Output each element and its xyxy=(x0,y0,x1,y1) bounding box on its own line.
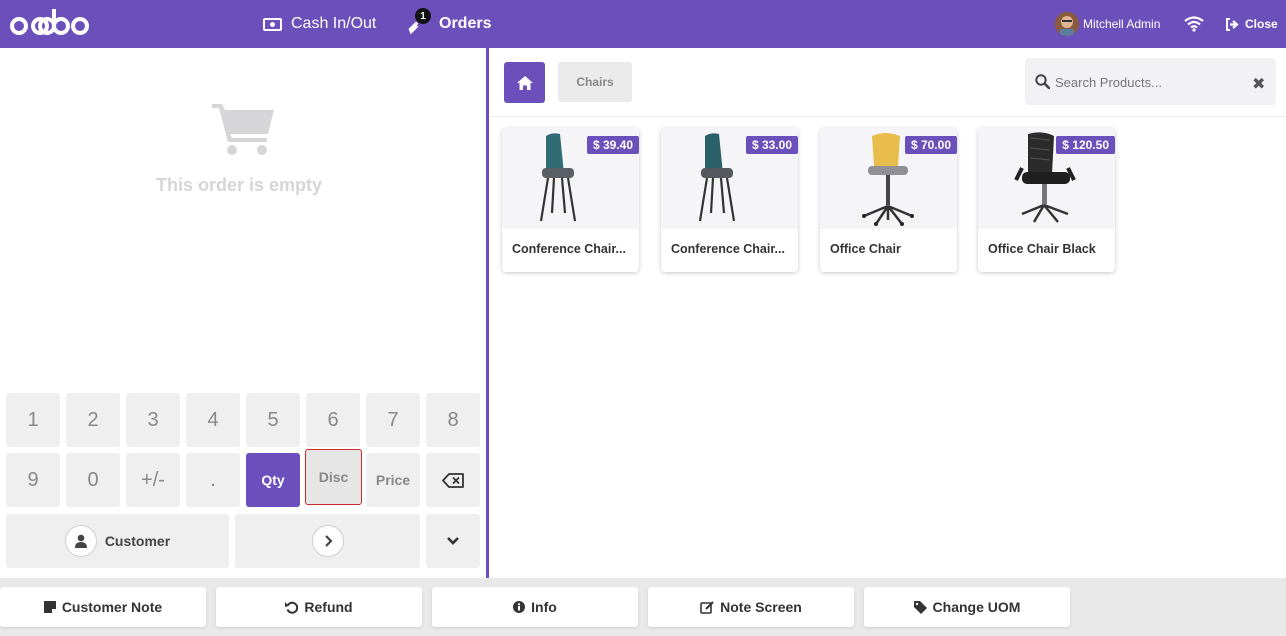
home-category-button[interactable] xyxy=(504,62,545,103)
customer-note-label: Customer Note xyxy=(61,599,163,615)
numpad-decimal[interactable]: . xyxy=(186,453,240,507)
numpad-3[interactable]: 3 xyxy=(126,393,180,447)
numpad-8[interactable]: 8 xyxy=(426,393,480,447)
chevron-right-icon xyxy=(311,525,344,557)
cash-in-out-button[interactable]: Cash In/Out xyxy=(263,0,376,48)
wifi-status[interactable] xyxy=(1184,0,1204,48)
numpad-4[interactable]: 4 xyxy=(186,393,240,447)
backspace-icon xyxy=(442,472,464,488)
customer-button[interactable]: Customer xyxy=(6,514,229,568)
wifi-icon xyxy=(1184,16,1204,32)
more-options-button[interactable] xyxy=(426,514,480,568)
product-price: $ 120.50 xyxy=(1056,136,1115,154)
product-name: Conference Chair... xyxy=(671,242,785,256)
undo-icon xyxy=(285,601,299,614)
chevron-down-icon xyxy=(447,537,459,545)
customer-label: Customer xyxy=(104,533,171,549)
refund-label: Refund xyxy=(304,599,353,615)
customer-note-button[interactable]: Customer Note xyxy=(0,587,206,627)
note-screen-label: Note Screen xyxy=(720,599,802,615)
product-card[interactable]: $ 39.40 Conference Chair... xyxy=(502,128,639,272)
product-name: Conference Chair... xyxy=(512,242,626,256)
product-card[interactable]: $ 70.00 Office Chair xyxy=(820,128,957,272)
info-label: Info xyxy=(531,599,557,615)
product-name: Office Chair xyxy=(830,242,901,256)
product-name: Office Chair Black xyxy=(988,242,1096,256)
top-bar: Cash In/Out 1 Orders Mitchell Admin Clos… xyxy=(0,0,1286,48)
shopping-cart-icon xyxy=(212,104,274,155)
user-name: Mitchell Admin xyxy=(1083,17,1161,31)
user-menu[interactable]: Mitchell Admin xyxy=(1055,0,1160,48)
orders-button[interactable]: 1 Orders xyxy=(407,0,491,48)
search-input[interactable] xyxy=(1055,70,1240,94)
note-screen-button[interactable]: Note Screen xyxy=(648,587,854,627)
close-label: Close xyxy=(1245,17,1278,31)
disc-mode-button[interactable]: Disc xyxy=(305,449,362,505)
empty-order-text: This order is empty xyxy=(156,175,323,195)
refund-button[interactable]: Refund xyxy=(216,587,422,627)
numpad-6[interactable]: 6 xyxy=(306,393,360,447)
orders-count-badge: 1 xyxy=(415,8,431,24)
change-uom-label: Change UOM xyxy=(932,599,1021,615)
search-icon xyxy=(1035,74,1050,89)
info-button[interactable]: Info xyxy=(432,587,638,627)
money-icon xyxy=(263,17,282,31)
ticket-icon: 1 xyxy=(407,8,431,35)
backspace-button[interactable] xyxy=(426,453,480,507)
cash-in-out-label: Cash In/Out xyxy=(291,15,377,32)
user-icon xyxy=(64,525,97,557)
sign-out-icon xyxy=(1226,17,1239,31)
numpad-plus-minus[interactable]: +/- xyxy=(126,453,180,507)
home-icon xyxy=(516,75,533,90)
product-price: $ 33.00 xyxy=(745,136,798,154)
info-icon xyxy=(513,601,526,613)
qty-mode-button[interactable]: Qty xyxy=(246,453,300,507)
edit-icon xyxy=(700,600,714,614)
numpad-9[interactable]: 9 xyxy=(6,453,60,507)
product-card[interactable]: $ 120.50 Office Chair Black xyxy=(978,128,1115,272)
payment-button[interactable] xyxy=(235,514,420,568)
numpad-7[interactable]: 7 xyxy=(366,393,420,447)
avatar xyxy=(1055,12,1079,36)
odoo-logo xyxy=(10,9,89,35)
product-card[interactable]: $ 33.00 Conference Chair... xyxy=(661,128,798,272)
product-search: ✖ xyxy=(1025,58,1276,105)
close-button[interactable]: Close xyxy=(1225,0,1278,48)
sticky-note-icon xyxy=(43,601,56,613)
numpad-2[interactable]: 2 xyxy=(66,393,120,447)
orders-label: Orders xyxy=(439,15,492,32)
product-price: $ 39.40 xyxy=(586,136,639,154)
clear-search-icon[interactable]: ✖ xyxy=(1252,74,1265,94)
numpad-0[interactable]: 0 xyxy=(66,453,120,507)
tag-icon xyxy=(913,600,927,614)
price-mode-button[interactable]: Price xyxy=(366,453,420,507)
numpad-1[interactable]: 1 xyxy=(6,393,60,447)
change-uom-button[interactable]: Change UOM xyxy=(864,587,1070,627)
product-price: $ 70.00 xyxy=(904,136,957,154)
category-chairs-button[interactable]: Chairs xyxy=(558,62,632,102)
numpad-5[interactable]: 5 xyxy=(246,393,300,447)
header-separator xyxy=(489,116,1286,117)
